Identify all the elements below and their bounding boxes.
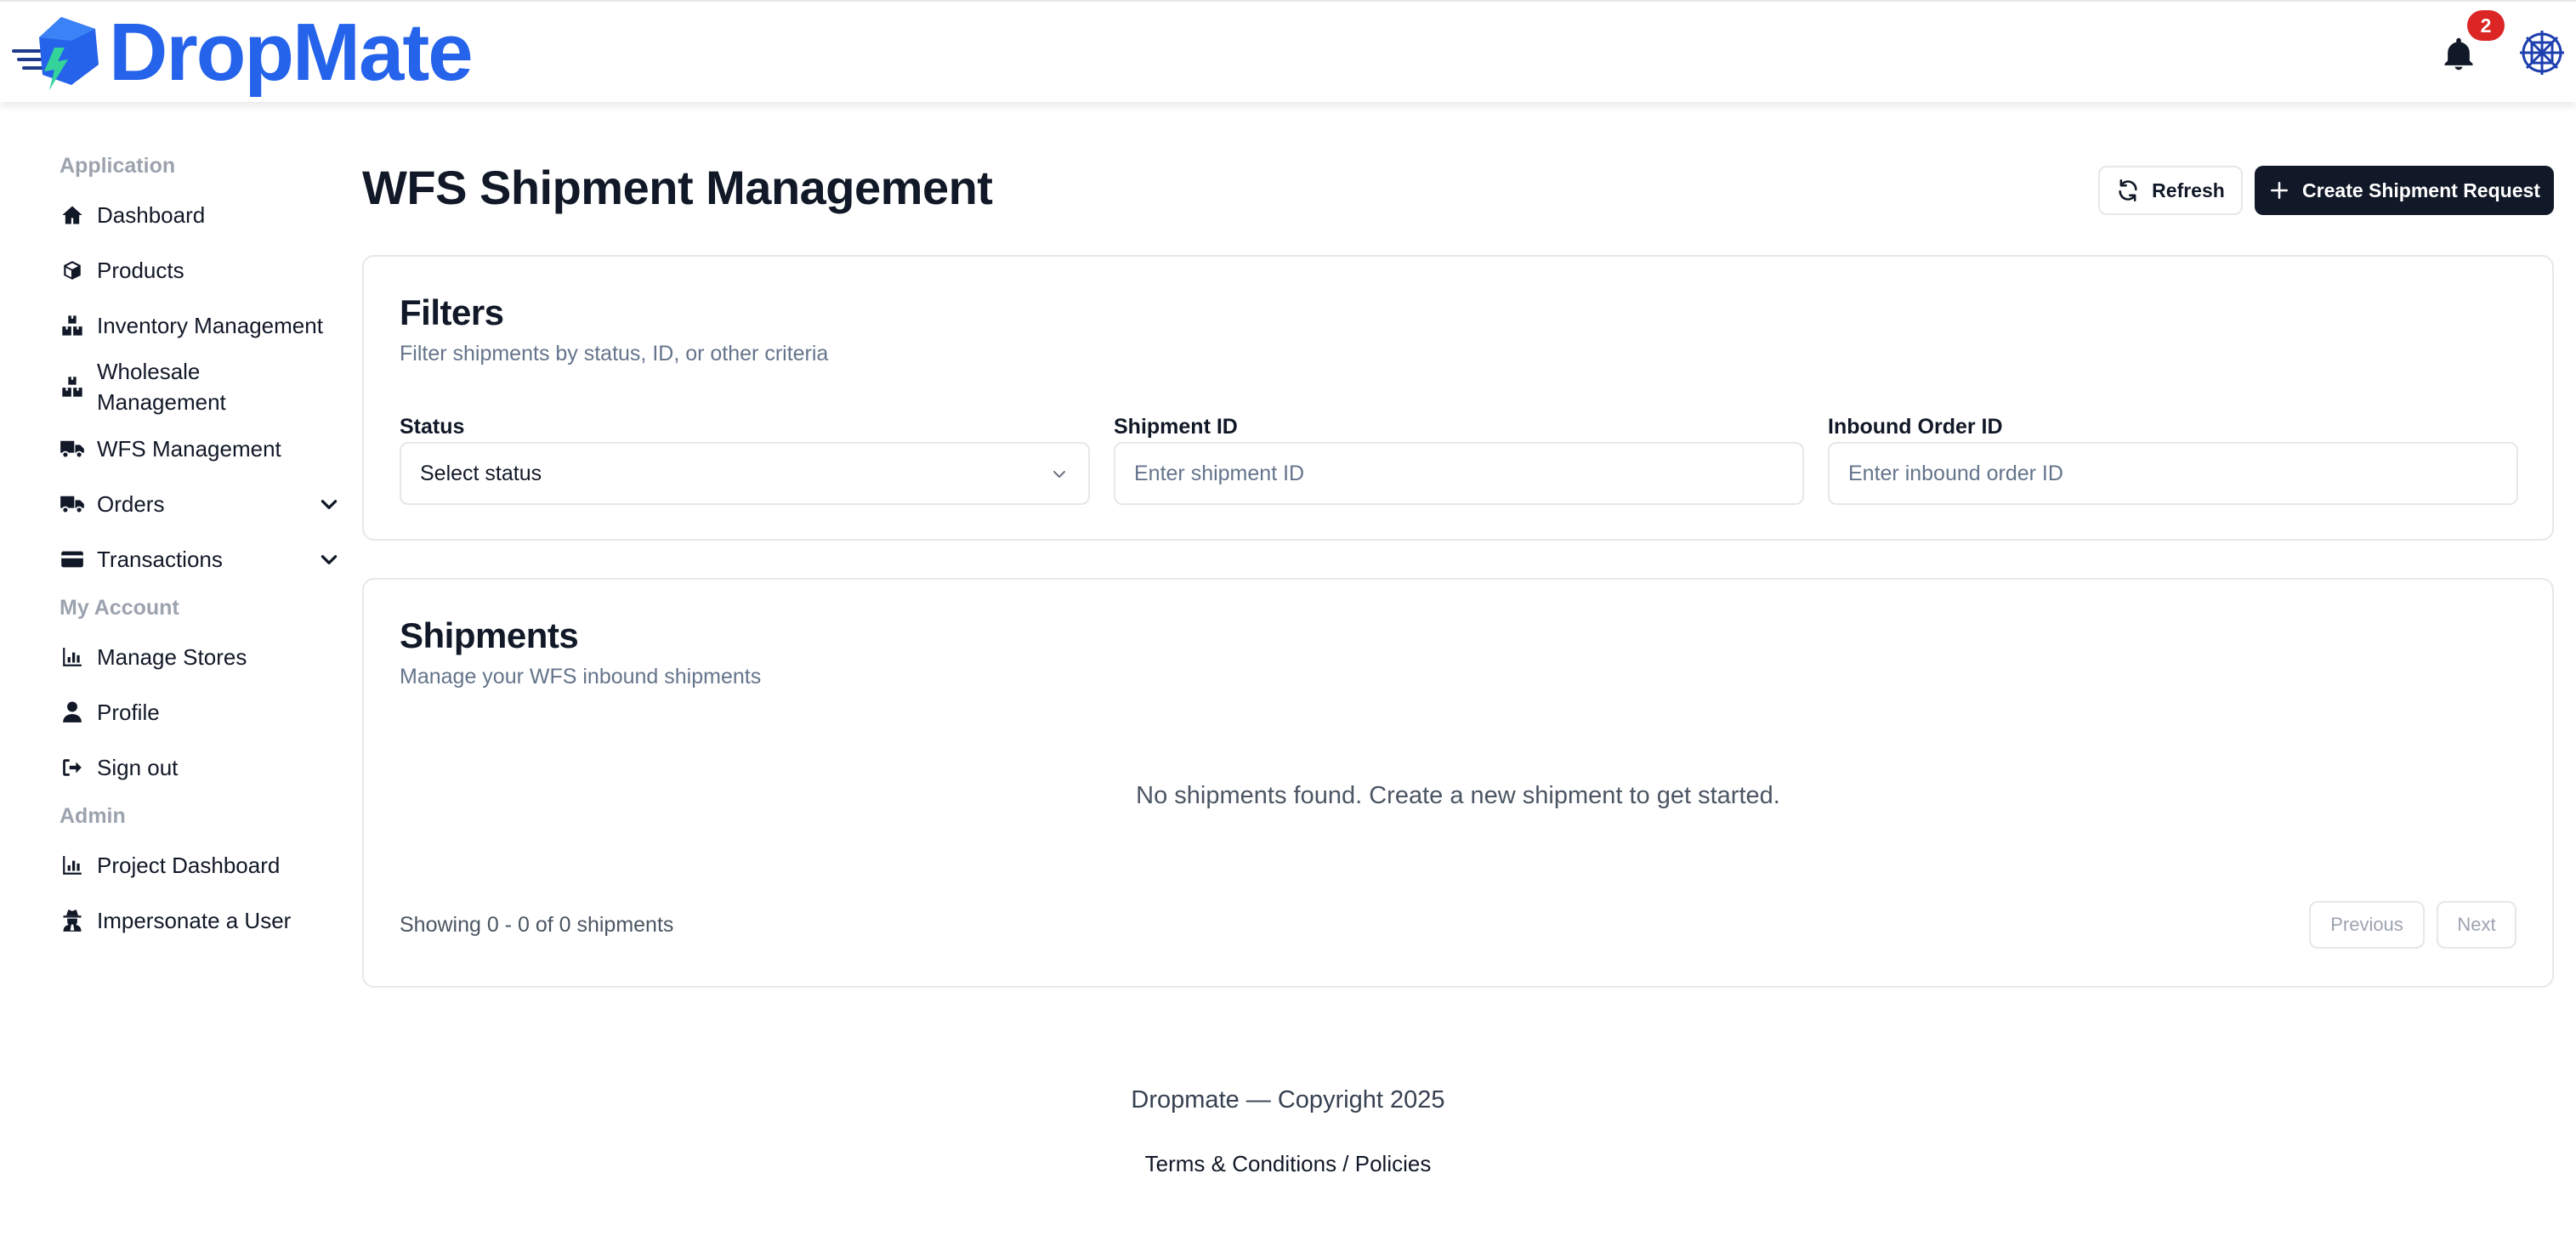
sidebar-section-admin: Admin [60,804,126,828]
page-title: WFS Shipment Management [362,161,993,214]
inbound-order-id-placeholder: Enter inbound order ID [1848,461,2063,485]
empty-state-message: No shipments found. Create a new shipmen… [1136,782,1780,809]
bell-icon[interactable] [2440,36,2477,73]
sidebar-item-manage-stores[interactable]: Manage Stores [60,629,340,684]
truck-icon [60,491,85,517]
sidebar-item-label: Products [97,257,184,283]
status-label: Status [400,415,465,439]
boxes-icon [60,313,85,338]
sidebar-item-orders[interactable]: Orders [60,476,340,531]
shipment-id-placeholder: Enter shipment ID [1134,461,1305,485]
sidebar-item-label: Dashboard [97,201,206,228]
create-shipment-label: Create Shipment Request [2302,178,2540,201]
sidebar-section-my-account: My Account [60,596,179,620]
chevron-down-icon [1053,471,1065,478]
top-header: DropMate 2 [0,0,2576,102]
filters-card: Filters Filter shipments by status, ID, … [362,255,2554,541]
boxes-icon [60,374,85,400]
previous-button[interactable]: Previous [2309,901,2425,949]
user-secret-icon [60,908,85,933]
shipments-card: Shipments Manage your WFS inbound shipme… [362,578,2554,988]
sidebar: Application Dashboard Products Inventory… [60,144,340,948]
pagination-summary: Showing 0 - 0 of 0 shipments [400,913,674,937]
sidebar-item-profile[interactable]: Profile [60,684,340,740]
logo[interactable]: DropMate [12,7,474,98]
sidebar-item-label: Inventory Management [97,312,323,338]
filters-subtitle: Filter shipments by status, ID, or other… [400,342,829,366]
shipments-title: Shipments [400,615,579,655]
create-shipment-button[interactable]: Create Shipment Request [2255,166,2554,215]
chart-icon [60,853,85,878]
inbound-order-id-label: Inbound Order ID [1828,415,2003,439]
sign-out-icon [60,755,85,780]
sidebar-item-label: Profile [97,699,160,725]
chevron-down-icon[interactable] [318,548,340,570]
sidebar-item-label: Sign out [97,754,179,780]
sidebar-item-label: Impersonate a User [97,907,292,933]
truck-icon [60,436,85,462]
sidebar-item-wfs-management[interactable]: WFS Management [60,421,340,476]
sidebar-item-project-dashboard[interactable]: Project Dashboard [60,837,340,892]
sidebar-item-inventory-management[interactable]: Inventory Management [60,298,340,353]
box-icon [60,258,85,283]
sidebar-item-label: WFS Management [97,435,281,462]
shipments-subtitle: Manage your WFS inbound shipments [400,665,762,688]
footer-copyright: Dropmate — Copyright 2025 [1131,1086,1445,1114]
home-icon [60,202,85,228]
sidebar-item-wholesale-management[interactable]: Wholesale Management [60,353,340,421]
sidebar-section-application: Application [60,154,176,178]
sidebar-item-transactions[interactable]: Transactions [60,531,340,586]
credit-card-icon [60,547,85,572]
shipment-id-label: Shipment ID [1114,415,1238,439]
terms-link[interactable]: Terms & Conditions / Policies [0,1151,2576,1177]
plus-icon [2271,182,2289,199]
status-select[interactable]: Select status [400,442,1090,505]
inbound-order-id-input[interactable]: Enter inbound order ID [1828,442,2518,505]
sidebar-item-dashboard[interactable]: Dashboard [60,187,340,242]
notification-badge: 2 [2467,10,2505,41]
sidebar-item-label: Manage Stores [97,643,247,670]
sidebar-item-label: Wholesale Management [97,359,226,415]
filters-title: Filters [400,292,504,332]
refresh-button[interactable]: Refresh [2098,166,2243,215]
sidebar-item-impersonate-user[interactable]: Impersonate a User [60,892,340,948]
user-icon [60,700,85,725]
logo-icon [12,17,99,90]
chevron-down-icon[interactable] [318,493,340,515]
chart-icon [60,644,85,670]
sidebar-item-products[interactable]: Products [60,242,340,298]
sidebar-item-sign-out[interactable]: Sign out [60,740,340,795]
next-button[interactable]: Next [2437,901,2516,949]
logo-text: DropMate [109,7,474,98]
refresh-label: Refresh [2152,178,2225,201]
refresh-icon [2119,179,2137,201]
sidebar-item-label: Orders [97,490,165,517]
status-select-value: Select status [420,461,542,485]
avatar-icon[interactable] [2516,27,2567,78]
shipment-id-input[interactable]: Enter shipment ID [1114,442,1804,505]
sidebar-item-label: Transactions [97,546,223,572]
sidebar-item-label: Project Dashboard [97,852,281,878]
